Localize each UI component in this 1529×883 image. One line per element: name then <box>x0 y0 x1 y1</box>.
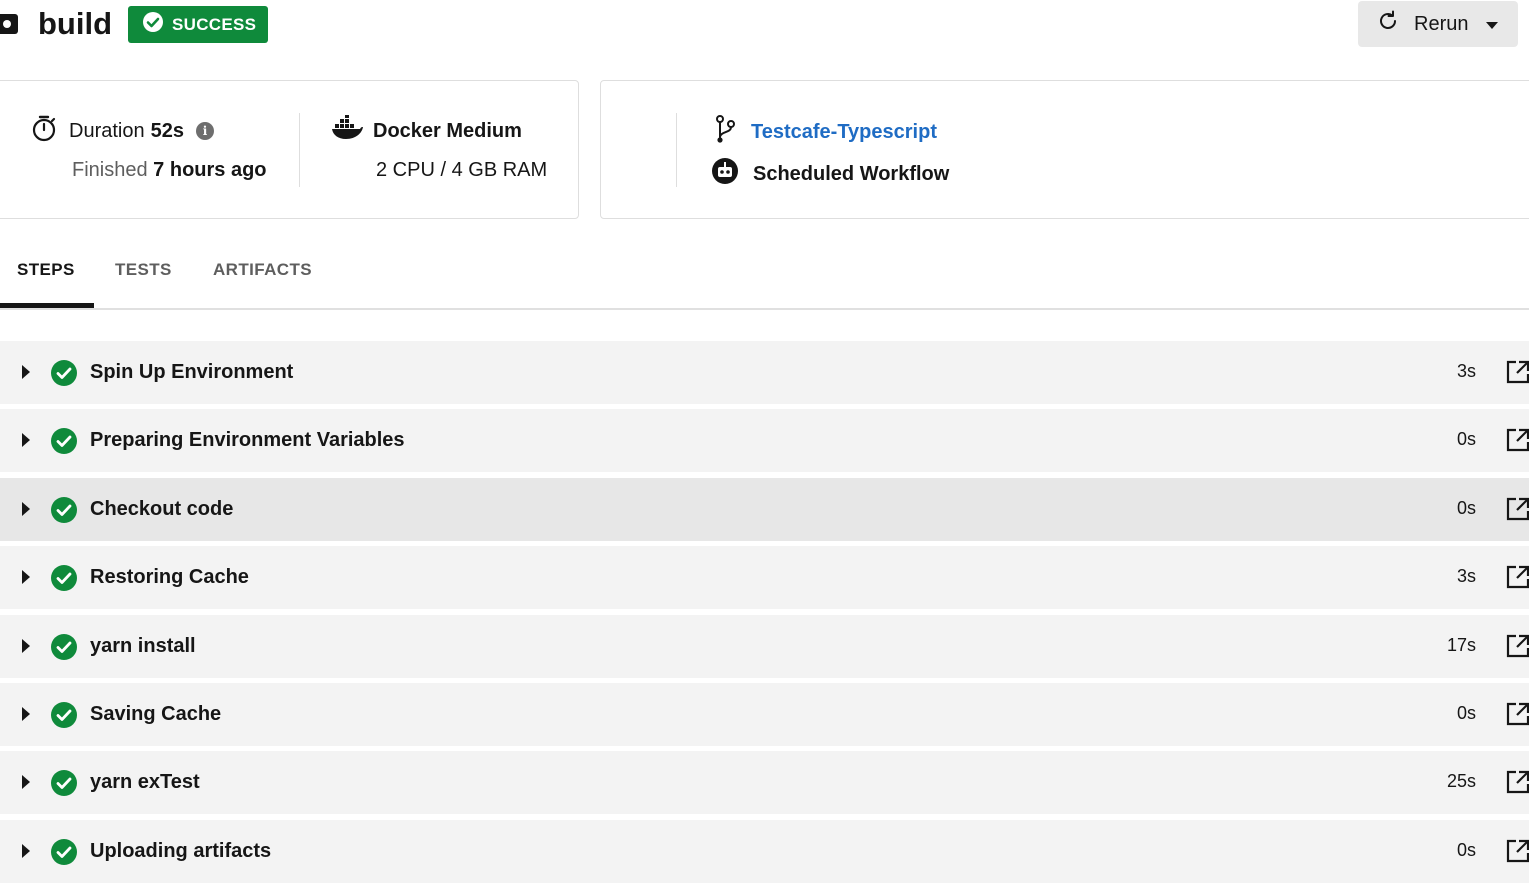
external-link-icon[interactable] <box>1505 633 1529 659</box>
robot-icon <box>711 157 739 191</box>
step-row[interactable]: Preparing Environment Variables 0s <box>0 409 1529 472</box>
step-duration: 3s <box>1456 361 1476 381</box>
duration-label: Duration <box>69 119 145 142</box>
external-link-icon[interactable] <box>1505 359 1529 385</box>
step-row[interactable]: yarn install 17s <box>0 615 1529 678</box>
trigger-row: Scheduled Workflow <box>711 157 949 191</box>
check-circle-icon <box>50 564 78 592</box>
external-link-icon[interactable] <box>1505 769 1529 795</box>
check-circle-icon <box>142 11 164 38</box>
step-name: yarn install <box>90 635 196 657</box>
check-circle-icon <box>50 496 78 524</box>
executor-spec: 2 CPU / 4 GB RAM <box>376 159 548 181</box>
step-name: yarn exTest <box>90 771 200 793</box>
duration-value: 52s <box>150 119 184 142</box>
step-duration: 0s <box>1456 498 1476 518</box>
step-duration: 3s <box>1456 566 1476 586</box>
duration-row: Duration 52s i <box>31 114 214 148</box>
caret-right-icon[interactable] <box>22 775 30 789</box>
rerun-label: Rerun <box>1414 12 1469 35</box>
caret-right-icon[interactable] <box>22 707 30 721</box>
step-row[interactable]: yarn exTest 25s <box>0 751 1529 814</box>
step-duration: 0s <box>1456 703 1476 723</box>
refresh-icon <box>1376 9 1400 39</box>
tab-artifacts[interactable]: ARTIFACTS <box>213 260 312 280</box>
step-duration: 25s <box>1446 771 1476 791</box>
step-name: Preparing Environment Variables <box>90 429 405 451</box>
info-icon[interactable]: i <box>195 122 214 140</box>
trigger-label: Scheduled Workflow <box>753 162 950 185</box>
check-circle-icon <box>50 633 78 661</box>
active-tab-indicator <box>0 303 94 308</box>
step-row[interactable]: Restoring Cache 3s <box>0 546 1529 609</box>
step-name: Checkout code <box>90 498 234 520</box>
job-square-icon <box>0 12 22 36</box>
step-name: Saving Cache <box>90 703 222 725</box>
step-row[interactable]: Uploading artifacts 0s <box>0 820 1529 883</box>
tab-bar: STEPS TESTS ARTIFACTS <box>0 240 1529 310</box>
job-title: build <box>38 6 113 41</box>
step-name: Restoring Cache <box>90 566 249 588</box>
check-circle-icon <box>50 838 78 866</box>
pipeline-info-card: Testcafe-Typescript Scheduled Workflow <box>600 80 1529 219</box>
caret-right-icon[interactable] <box>22 365 30 379</box>
step-name: Uploading artifacts <box>90 840 272 862</box>
executor-row: Docker Medium <box>331 115 522 147</box>
check-circle-icon <box>50 427 78 455</box>
step-row[interactable]: Checkout code 0s <box>0 478 1529 541</box>
external-link-icon[interactable] <box>1505 838 1529 864</box>
docker-icon <box>331 115 363 147</box>
finished-row: Finished 7 hours ago <box>72 159 267 182</box>
divider <box>676 113 677 187</box>
check-circle-icon <box>50 701 78 729</box>
executor-name: Docker Medium <box>373 119 522 142</box>
caret-right-icon[interactable] <box>22 502 30 516</box>
step-duration: 17s <box>1446 635 1476 655</box>
caret-right-icon[interactable] <box>22 844 30 858</box>
tab-tests[interactable]: TESTS <box>115 260 172 280</box>
job-header: build SUCCESS Rerun <box>0 0 1529 50</box>
caret-right-icon[interactable] <box>22 433 30 447</box>
branch-row: Testcafe-Typescript <box>713 114 937 150</box>
step-row[interactable]: Saving Cache 0s <box>0 683 1529 746</box>
status-badge: SUCCESS <box>128 6 269 43</box>
job-stats-card: Duration 52s i Finished 7 hours ago Dock… <box>0 80 579 219</box>
caret-down-icon <box>1486 13 1499 36</box>
step-duration: 0s <box>1456 840 1476 860</box>
git-branch-icon <box>713 114 737 150</box>
external-link-icon[interactable] <box>1505 701 1529 727</box>
step-row[interactable]: Spin Up Environment 3s <box>0 341 1529 404</box>
divider <box>299 113 300 187</box>
external-link-icon[interactable] <box>1505 496 1529 522</box>
branch-link[interactable]: Testcafe-Typescript <box>751 121 937 144</box>
check-circle-icon <box>50 769 78 797</box>
finished-label: Finished <box>72 159 148 181</box>
caret-right-icon[interactable] <box>22 570 30 584</box>
step-name: Spin Up Environment <box>90 361 294 383</box>
external-link-icon[interactable] <box>1505 427 1529 453</box>
rerun-button[interactable]: Rerun <box>1358 1 1518 47</box>
external-link-icon[interactable] <box>1505 564 1529 590</box>
step-duration: 0s <box>1456 429 1476 449</box>
caret-right-icon[interactable] <box>22 639 30 653</box>
tab-steps[interactable]: STEPS <box>17 260 75 280</box>
finished-value: 7 hours ago <box>153 159 267 181</box>
check-circle-icon <box>50 359 78 387</box>
stopwatch-icon <box>31 114 57 148</box>
status-label: SUCCESS <box>172 14 257 34</box>
